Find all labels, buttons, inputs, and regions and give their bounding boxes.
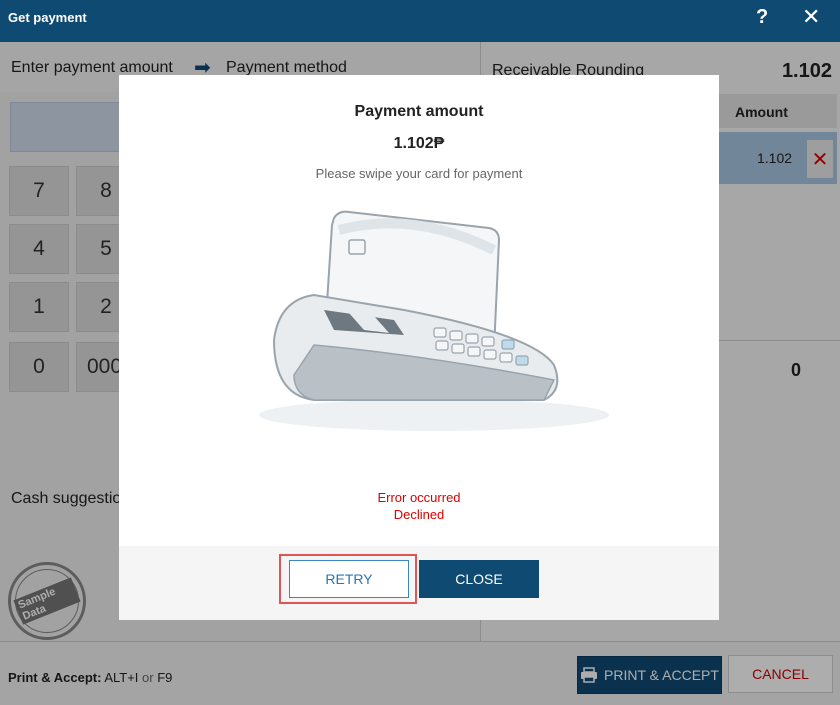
modal-instruction: Please swipe your card for payment bbox=[315, 166, 523, 181]
close-window-icon[interactable]: ✕ bbox=[802, 4, 820, 30]
card-terminal-illustration bbox=[259, 210, 609, 431]
modal-footer: RETRY CLOSE bbox=[119, 546, 719, 620]
window-titlebar: Get payment ? ✕ bbox=[0, 0, 840, 42]
error-reason: Declined bbox=[393, 507, 445, 522]
payment-modal: Payment amount 1.102₱ Please swipe your … bbox=[119, 75, 719, 620]
error-message: Error occurred bbox=[377, 490, 461, 505]
help-icon[interactable]: ? bbox=[756, 6, 768, 29]
modal-amount: 1.102₱ bbox=[393, 135, 445, 152]
window-title: Get payment bbox=[8, 10, 87, 25]
close-modal-button[interactable]: CLOSE bbox=[419, 560, 539, 598]
retry-highlight: RETRY bbox=[279, 554, 417, 604]
modal-title: Payment amount bbox=[354, 103, 484, 120]
retry-button[interactable]: RETRY bbox=[289, 560, 409, 598]
